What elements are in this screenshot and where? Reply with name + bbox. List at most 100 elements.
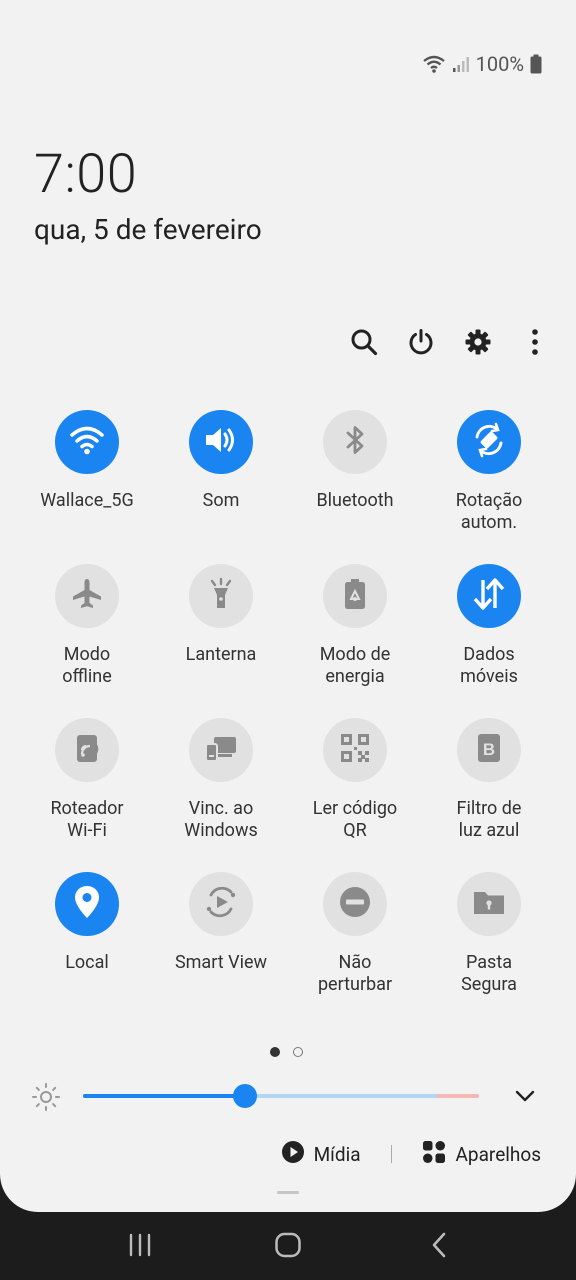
devices-label: Aparelhos [455,1142,541,1166]
panel-drag-handle[interactable] [277,1191,299,1194]
svg-text:B: B [483,740,495,759]
tile-label: Modo de energia [319,644,391,687]
power-icon [407,328,435,360]
wifi-icon [69,424,105,460]
smart-view-icon [203,884,239,924]
battery-percentage: 100% [475,52,524,76]
tile-secure-folder-toggle[interactable] [457,872,521,936]
settings-button[interactable] [459,325,497,363]
recent-apps-button[interactable] [125,1232,155,1262]
brightness-slider[interactable] [83,1094,479,1098]
recent-apps-icon [127,1232,153,1262]
tile-sound[interactable]: Som [154,410,288,534]
tile-label: Lanterna [185,644,257,665]
gear-icon [464,328,492,360]
tile-auto-rotate[interactable]: Rotação autom. [422,410,556,534]
media-devices-row: Mídia Aparelhos [281,1138,541,1170]
tile-qr-scanner[interactable]: Ler código QR [288,718,422,842]
search-icon [350,328,378,360]
tile-bluetooth[interactable]: Bluetooth [288,410,422,534]
do-not-disturb-icon [338,885,372,923]
tile-bluetooth-toggle[interactable] [323,410,387,474]
tile-label: Local [65,952,109,973]
tile-hotspot[interactable]: Roteador Wi-Fi [20,718,154,842]
tile-smart-view-toggle[interactable] [189,872,253,936]
power-button[interactable] [402,325,440,363]
tile-label: Roteador Wi-Fi [50,798,124,841]
tile-airplane-toggle[interactable] [55,564,119,628]
tile-label: Som [202,490,240,511]
devices-icon [422,1140,446,1169]
page-indicator [270,1047,303,1057]
tile-label: Bluetooth [316,490,394,511]
sun-icon [30,1081,62,1117]
tile-power-mode[interactable]: Modo de energia [288,564,422,688]
back-icon [427,1232,453,1262]
tile-location-toggle[interactable] [55,872,119,936]
tile-smart-view[interactable]: Smart View [154,872,288,996]
clock: 7:00 [34,143,138,206]
location-icon [72,884,102,924]
tile-label: Modo offline [62,644,112,687]
panel-toolbar [326,325,554,363]
tile-do-not-disturb[interactable]: Não perturbar [288,872,422,996]
battery-icon [530,54,542,74]
tile-location[interactable]: Local [20,872,154,996]
tile-wifi-toggle[interactable] [55,410,119,474]
back-button[interactable] [425,1232,455,1262]
tile-link-to-windows-toggle[interactable] [189,718,253,782]
devices-button[interactable]: Aparelhos [422,1140,541,1169]
tile-blue-light-filter-toggle[interactable]: B [457,718,521,782]
tile-power-mode-toggle[interactable] [323,564,387,628]
hotspot-icon [70,731,104,769]
tile-label: Ler código QR [312,798,398,841]
tile-auto-rotate-toggle[interactable] [457,410,521,474]
tile-mobile-data-toggle[interactable] [457,564,521,628]
mobile-data-icon [472,577,506,615]
tile-label: Vinc. ao Windows [184,798,258,841]
volume-icon [203,424,239,460]
flashlight-icon [206,577,236,615]
tile-flashlight[interactable]: Lanterna [154,564,288,688]
date: qua, 5 de fevereiro [34,213,262,246]
tile-qr-scanner-toggle[interactable] [323,718,387,782]
status-bar: 100% [422,50,542,78]
tile-blue-light-filter[interactable]: B Filtro de luz azul [422,718,556,842]
tile-flashlight-toggle[interactable] [189,564,253,628]
auto-rotate-icon [470,421,508,463]
quick-settings-grid: Wallace_5G Som Bluetooth Rotação autom. … [20,410,556,996]
bluetooth-icon [341,423,369,461]
link-to-windows-icon [203,732,239,768]
brightness-slider-warm-zone [437,1094,479,1098]
tile-mobile-data[interactable]: Dados móveis [422,564,556,688]
wifi-status-icon [422,54,446,74]
airplane-icon [70,577,104,615]
tile-label: Rotação autom. [455,490,523,533]
brightness-slider-fill [83,1094,246,1098]
tile-secure-folder[interactable]: Pasta Segura [422,872,556,996]
search-button[interactable] [345,325,383,363]
tile-label: Dados móveis [460,644,518,687]
more-vertical-icon [521,328,549,360]
divider [390,1145,392,1163]
tile-do-not-disturb-toggle[interactable] [323,872,387,936]
navigation-bar [0,1212,576,1280]
tile-wifi[interactable]: Wallace_5G [20,410,154,534]
battery-saver-icon [342,577,368,615]
home-icon [274,1231,302,1263]
home-button[interactable] [273,1232,303,1262]
quick-panel: 100% 7:00 qua, 5 de fevereiro Wallace_5G… [0,0,576,1212]
page-dot-2[interactable] [293,1047,303,1057]
tile-sound-toggle[interactable] [189,410,253,474]
tile-airplane[interactable]: Modo offline [20,564,154,688]
media-button[interactable]: Mídia [281,1140,361,1169]
page-dot-1[interactable] [270,1047,280,1057]
media-label: Mídia [313,1142,361,1166]
chevron-down-icon[interactable] [514,1085,536,1111]
tile-hotspot-toggle[interactable] [55,718,119,782]
signal-icon [452,55,470,73]
more-options-button[interactable] [516,325,554,363]
blue-light-filter-icon: B [474,731,504,769]
tile-link-to-windows[interactable]: Vinc. ao Windows [154,718,288,842]
brightness-slider-thumb[interactable] [233,1084,258,1108]
